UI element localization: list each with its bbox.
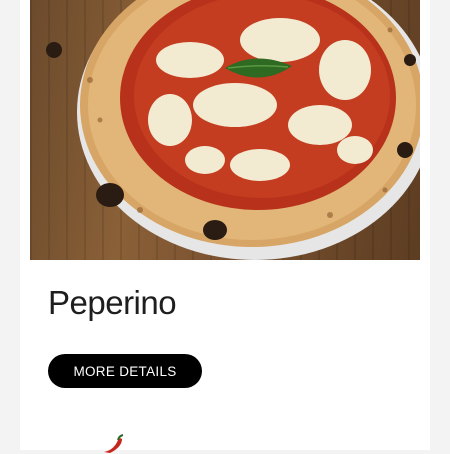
pizza-illustration [46, 0, 420, 260]
more-details-button[interactable]: MORE DETAILS [48, 354, 202, 388]
chili-pepper-icon [104, 434, 124, 453]
product-title: Peperino [48, 284, 177, 321]
product-image[interactable] [30, 0, 420, 260]
